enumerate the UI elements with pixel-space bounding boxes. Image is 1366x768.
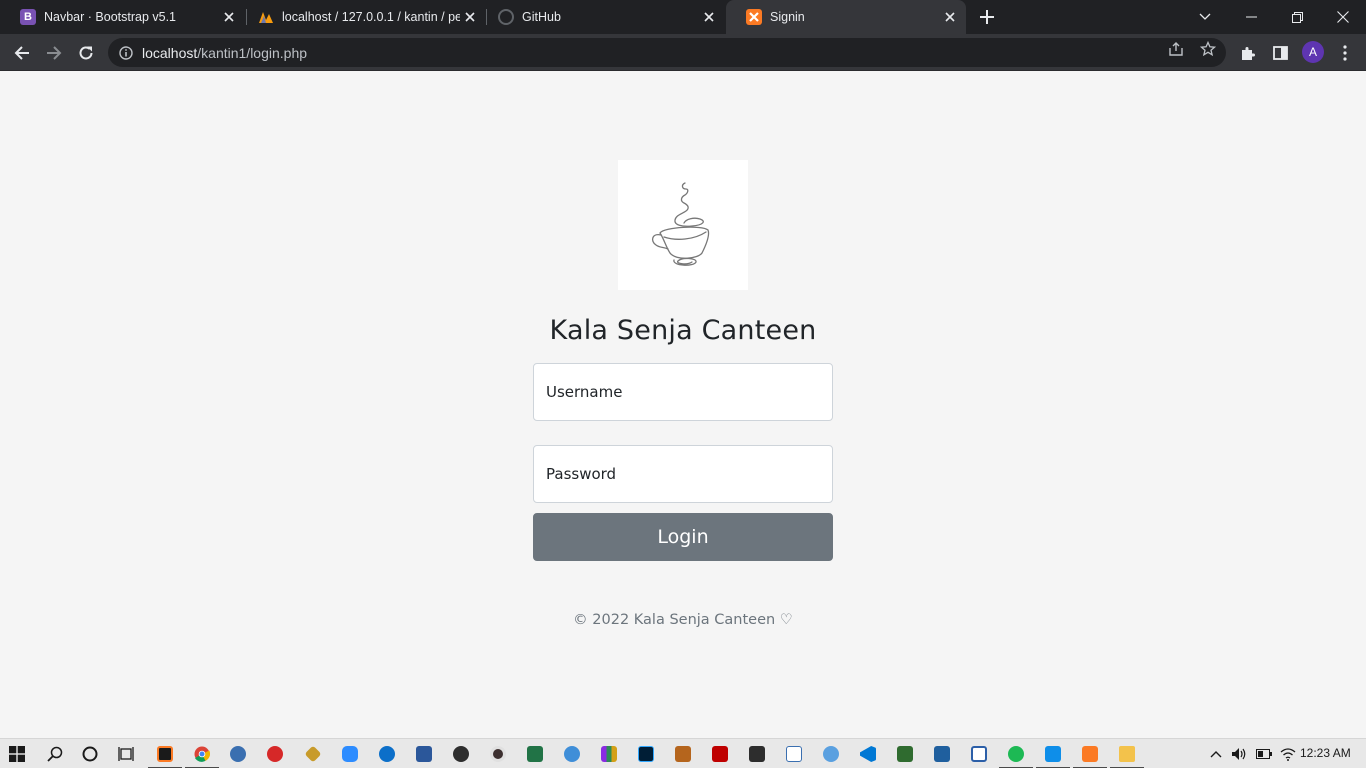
vscode-icon[interactable] — [857, 743, 879, 765]
chevron-down-icon — [1199, 13, 1211, 20]
github-icon — [498, 9, 514, 25]
spotify-icon[interactable] — [999, 743, 1033, 768]
close-icon[interactable] — [940, 7, 960, 27]
folder-icon[interactable] — [1110, 743, 1144, 768]
new-tab-button[interactable] — [976, 6, 998, 28]
panel-icon[interactable] — [783, 743, 805, 765]
excel-icon[interactable] — [524, 743, 546, 765]
taskbar: 12:23 AM — [0, 738, 1366, 768]
dosbox-icon[interactable] — [672, 743, 694, 765]
chrome-icon[interactable] — [185, 743, 219, 768]
close-icon[interactable] — [219, 7, 239, 27]
tab-title: Signin — [770, 10, 805, 24]
xampp-icon[interactable] — [148, 743, 182, 768]
close-icon — [1337, 11, 1349, 23]
search-icon[interactable] — [44, 743, 66, 765]
teamviewer-icon[interactable] — [1036, 743, 1070, 768]
network-icon[interactable] — [227, 743, 249, 765]
password-field[interactable] — [533, 445, 833, 503]
minimize-button[interactable] — [1228, 0, 1274, 34]
arrow-left-icon — [14, 46, 29, 60]
tab-search-button[interactable] — [1182, 0, 1228, 34]
login-page: Kala Senja Canteen Login © 2022 Kala Sen… — [0, 71, 1366, 738]
star-icon — [1200, 41, 1216, 57]
browser-icon[interactable] — [561, 743, 583, 765]
kebab-menu-icon — [1343, 45, 1347, 61]
coffee-cup-icon — [618, 160, 748, 290]
tool-icon[interactable] — [302, 743, 324, 765]
forward-button[interactable] — [40, 39, 68, 67]
menu-button[interactable] — [1331, 39, 1359, 67]
url-path: /kantin1/login.php — [197, 44, 308, 61]
info-icon[interactable] — [118, 45, 134, 61]
media-icon[interactable] — [487, 743, 509, 765]
tab-bootstrap[interactable]: B Navbar · Bootstrap v5.1 — [0, 0, 245, 34]
battery-icon[interactable] — [1255, 745, 1273, 763]
arrow-right-icon — [47, 46, 62, 60]
lightroom-icon[interactable] — [635, 743, 657, 765]
xampp-icon — [746, 9, 762, 25]
back-button[interactable] — [8, 39, 36, 67]
profile-avatar[interactable]: A — [1302, 41, 1324, 63]
bookmark-button[interactable] — [1199, 40, 1217, 58]
minimize-icon — [1245, 16, 1257, 18]
bootstrap-icon: B — [20, 9, 36, 25]
tab-signin[interactable]: Signin — [726, 0, 966, 34]
tab-title: Navbar · Bootstrap v5.1 — [44, 10, 177, 24]
puzzle-icon — [1242, 47, 1255, 60]
task-view-icon[interactable] — [115, 743, 137, 765]
browser-toolbar: localhost/kantin1/login.php A — [0, 34, 1366, 71]
close-icon[interactable] — [699, 7, 719, 27]
address-bar[interactable]: localhost/kantin1/login.php — [108, 38, 1226, 67]
tab-title: GitHub — [522, 10, 561, 24]
url-text: localhost/kantin1/login.php — [142, 45, 307, 61]
restore-icon — [1291, 11, 1303, 23]
edge-icon[interactable] — [376, 743, 398, 765]
tab-title: localhost / 127.0.0.1 / kantin / pe — [282, 10, 460, 24]
share-button[interactable] — [1167, 40, 1185, 58]
cortana-icon[interactable] — [79, 743, 101, 765]
tab-phpmyadmin[interactable]: localhost / 127.0.0.1 / kantin / pe — [238, 0, 486, 34]
plus-icon — [980, 10, 994, 24]
image-icon[interactable] — [894, 743, 916, 765]
side-panel-button[interactable] — [1266, 39, 1294, 67]
word-icon[interactable] — [413, 743, 435, 765]
filezilla-icon[interactable] — [709, 743, 731, 765]
close-window-button[interactable] — [1320, 0, 1366, 34]
tab-strip: B Navbar · Bootstrap v5.1 localhost / 12… — [0, 0, 1366, 34]
phpmyadmin-icon — [258, 9, 274, 25]
vpn-icon[interactable] — [968, 743, 990, 765]
chevron-up-icon[interactable] — [1208, 745, 1224, 763]
side-panel-icon — [1272, 46, 1288, 60]
terminal-icon[interactable] — [746, 743, 768, 765]
page-title: Kala Senja Canteen — [549, 315, 817, 346]
share-icon — [1169, 42, 1183, 56]
url-host: localhost — [142, 44, 198, 61]
spider-icon[interactable] — [264, 743, 286, 765]
username-field[interactable] — [533, 363, 833, 421]
wifi-icon[interactable] — [1279, 745, 1297, 763]
close-icon[interactable] — [460, 7, 480, 27]
arrow-icon[interactable] — [450, 743, 472, 765]
display-icon[interactable] — [931, 743, 953, 765]
zoom-icon[interactable] — [339, 743, 361, 765]
volume-icon[interactable] — [1230, 745, 1248, 763]
reload-button[interactable] — [72, 39, 100, 67]
globe-icon[interactable] — [820, 743, 842, 765]
reload-icon — [79, 46, 93, 60]
login-button[interactable]: Login — [533, 513, 833, 561]
restore-button[interactable] — [1274, 0, 1320, 34]
tab-github[interactable]: GitHub — [478, 0, 725, 34]
start-icon[interactable] — [6, 743, 28, 765]
winrar-icon[interactable] — [598, 743, 620, 765]
extensions-button[interactable] — [1234, 39, 1262, 67]
xampp-control-icon[interactable] — [1073, 743, 1107, 768]
taskbar-clock[interactable]: 12:23 AM — [1300, 746, 1351, 760]
footer-text: © 2022 Kala Senja Canteen ♡ — [573, 612, 793, 628]
